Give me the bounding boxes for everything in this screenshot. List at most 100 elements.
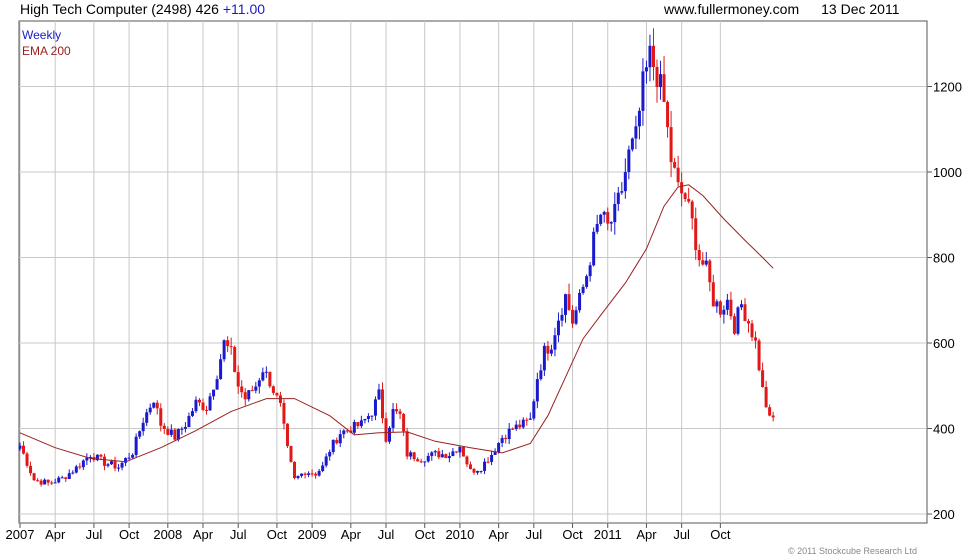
x-tick-label: Apr <box>341 527 362 542</box>
candle-body <box>106 464 110 466</box>
candle-body <box>173 429 177 440</box>
candle-body <box>275 392 279 396</box>
candle-body <box>236 372 240 387</box>
candle-body <box>546 345 550 354</box>
candle-body <box>194 399 198 412</box>
ema-series <box>19 184 774 463</box>
candle-body <box>535 379 539 402</box>
candle-body <box>641 71 645 111</box>
x-tick-label: Apr <box>489 527 510 542</box>
candle-body <box>338 434 342 444</box>
candle-body <box>708 260 712 283</box>
candle-body <box>504 437 508 440</box>
candle-body <box>715 301 719 307</box>
candle-body <box>581 286 585 293</box>
candle-body <box>300 473 304 476</box>
candle-body <box>483 461 487 471</box>
candle-body <box>64 477 68 479</box>
candle-body <box>117 467 121 469</box>
candle-body <box>627 149 631 173</box>
candle-body <box>296 475 300 479</box>
x-tick-label: 2007 <box>6 527 35 542</box>
candle-body <box>637 110 641 127</box>
candle-body <box>335 439 339 444</box>
candle-body <box>32 473 36 481</box>
candle-body <box>352 421 356 433</box>
x-tick-label: Jul <box>673 527 690 542</box>
candle-body <box>141 422 145 432</box>
candle-body <box>451 451 455 457</box>
candle-body <box>53 482 57 484</box>
candle-body <box>771 415 775 418</box>
x-tick-label: Oct <box>415 527 436 542</box>
candle-body <box>666 101 670 128</box>
candle-body <box>67 473 71 479</box>
candle-body <box>285 423 289 447</box>
candle-body <box>166 428 170 435</box>
x-tick-label: 2010 <box>445 527 474 542</box>
candle-body <box>271 386 275 393</box>
x-tick-label: Jul <box>378 527 395 542</box>
candle-body <box>46 479 50 483</box>
candle-body <box>233 346 237 373</box>
price-chart: 200 400 600 800 1000 1200 2007 Apr Jul Oct 2008 Apr… <box>6 20 962 542</box>
candle-body <box>190 411 194 416</box>
candle-body <box>356 421 360 427</box>
candle-body <box>187 415 191 428</box>
x-tick-label: Oct <box>119 527 140 542</box>
candle-body <box>729 299 733 317</box>
candle-body <box>229 346 233 348</box>
candle-body <box>162 425 166 429</box>
candle-body <box>493 451 497 455</box>
candle-body <box>444 454 448 459</box>
candle-body <box>651 45 655 68</box>
candle-body <box>99 454 103 457</box>
candle-body <box>549 349 553 354</box>
candle-body <box>630 138 634 150</box>
candle-body <box>215 379 219 390</box>
candle-body <box>571 309 575 324</box>
candle-body <box>22 445 26 454</box>
x-tick-label: Oct <box>710 527 731 542</box>
legend-ema: EMA 200 <box>22 44 71 58</box>
candle-body <box>113 461 117 469</box>
candle-body <box>616 192 620 204</box>
y-tick-label: 1200 <box>933 80 962 95</box>
x-tick-label: Apr <box>45 527 66 542</box>
candle-body <box>754 337 758 341</box>
candle-body <box>208 396 212 411</box>
candle-body <box>131 454 135 458</box>
candle-body <box>747 321 751 324</box>
candle-body <box>395 409 399 412</box>
candle-body <box>718 301 722 315</box>
candle-body <box>303 473 307 475</box>
candle-body <box>525 419 529 421</box>
candle-body <box>307 473 311 475</box>
candle-body <box>243 392 247 400</box>
candle-body <box>659 74 663 88</box>
candle-body <box>380 389 384 419</box>
candle-body <box>736 307 740 334</box>
candle-body <box>183 427 187 429</box>
candle-body <box>127 457 131 459</box>
candle-body <box>57 477 61 483</box>
candle-body <box>606 211 610 224</box>
candle-body <box>405 431 409 457</box>
candle-body <box>743 304 747 322</box>
candle-body <box>447 456 451 459</box>
candle-body <box>60 477 64 479</box>
candle-body <box>331 439 335 452</box>
candle-body <box>648 45 652 68</box>
candle-body <box>697 250 701 261</box>
candle-body <box>310 473 314 475</box>
candle-body <box>476 471 480 473</box>
candle-body <box>613 203 617 223</box>
candle-body <box>261 372 265 381</box>
candle-body <box>373 399 377 416</box>
candle-body <box>278 395 282 403</box>
candle-body <box>468 464 472 470</box>
candle-body <box>134 436 138 455</box>
y-tick-label: 400 <box>933 422 955 437</box>
candle-body <box>155 402 159 409</box>
candle-body <box>461 446 465 457</box>
